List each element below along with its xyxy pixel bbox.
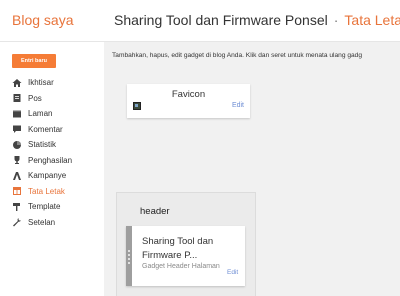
- layout-description: Tambahkan, hapus, edit gadget di blog An…: [112, 52, 363, 59]
- sidebar-item-label: Setelan: [28, 217, 56, 227]
- title-separator: ·: [333, 12, 339, 28]
- sidebar-item-label: Tata Letak: [28, 186, 65, 196]
- favicon-image: [133, 102, 141, 110]
- blogger-brand[interactable]: Blog saya: [12, 12, 73, 28]
- sidebar-item-setelan[interactable]: Setelan: [12, 215, 104, 231]
- sidebar-item-label: Pos: [28, 93, 42, 103]
- sidebar-item-label: Penghasilan: [28, 155, 73, 165]
- pie-chart-icon: [12, 140, 22, 150]
- edit-header-link[interactable]: Edit: [227, 269, 238, 276]
- sidebar-item-ikhtisar[interactable]: Ikhtisar: [12, 75, 104, 91]
- sidebar-item-tata-letak[interactable]: Tata Letak: [12, 184, 104, 200]
- home-icon: [12, 78, 22, 88]
- campaign-icon: [12, 171, 22, 181]
- top-bar: Blog saya Sharing Tool dan Firmware Pons…: [0, 0, 400, 42]
- sidebar: Entri baru Ikhtisar Pos Laman Komentar S…: [0, 42, 104, 296]
- drag-handle[interactable]: [126, 226, 132, 286]
- sidebar-item-komentar[interactable]: Komentar: [12, 122, 104, 138]
- layout-icon: [12, 186, 22, 196]
- sidebar-item-laman[interactable]: Laman: [12, 106, 104, 122]
- gadget-title: Sharing Tool dan Firmware P...: [142, 236, 214, 261]
- sidebar-item-statistik[interactable]: Statistik: [12, 137, 104, 153]
- trophy-icon: [12, 155, 22, 165]
- comment-icon: [12, 124, 22, 134]
- sidebar-item-penghasilan[interactable]: Penghasilan: [12, 153, 104, 169]
- edit-favicon-link[interactable]: Edit: [232, 102, 244, 109]
- sidebar-item-kampanye[interactable]: Kampanye: [12, 168, 104, 184]
- gadget-title: Favicon: [171, 89, 206, 100]
- new-post-button[interactable]: Entri baru: [12, 54, 56, 68]
- sidebar-item-label: Laman: [28, 109, 53, 119]
- sidebar-item-pos[interactable]: Pos: [12, 91, 104, 107]
- layout-editor: Tambahkan, hapus, edit gadget di blog An…: [104, 42, 400, 296]
- header-section: header Sharing Tool dan Firmware P... Ga…: [116, 192, 256, 296]
- section-title: Tata Letak: [344, 12, 400, 28]
- sidebar-nav: Ikhtisar Pos Laman Komentar Statistik Pe…: [12, 75, 104, 230]
- gadget-subtitle: Gadget Header Halaman: [142, 263, 220, 270]
- section-label: header: [140, 206, 170, 217]
- sidebar-item-label: Template: [28, 202, 61, 212]
- sidebar-item-label: Kampanye: [28, 171, 67, 181]
- sidebar-item-template[interactable]: Template: [12, 199, 104, 215]
- wrench-icon: [12, 217, 22, 227]
- sidebar-item-label: Ikhtisar: [28, 78, 54, 88]
- sidebar-item-label: Statistik: [28, 140, 57, 150]
- paint-roller-icon: [12, 202, 22, 212]
- blog-title: Sharing Tool dan Firmware Ponsel: [114, 12, 328, 28]
- page-title: Sharing Tool dan Firmware Ponsel · Tata Le…: [114, 12, 400, 28]
- sidebar-item-label: Komentar: [28, 124, 63, 134]
- document-icon: [12, 93, 22, 103]
- header-gadget[interactable]: Sharing Tool dan Firmware P... Gadget He…: [126, 226, 245, 286]
- page-icon: [12, 109, 22, 119]
- favicon-gadget[interactable]: Favicon Edit: [127, 84, 250, 118]
